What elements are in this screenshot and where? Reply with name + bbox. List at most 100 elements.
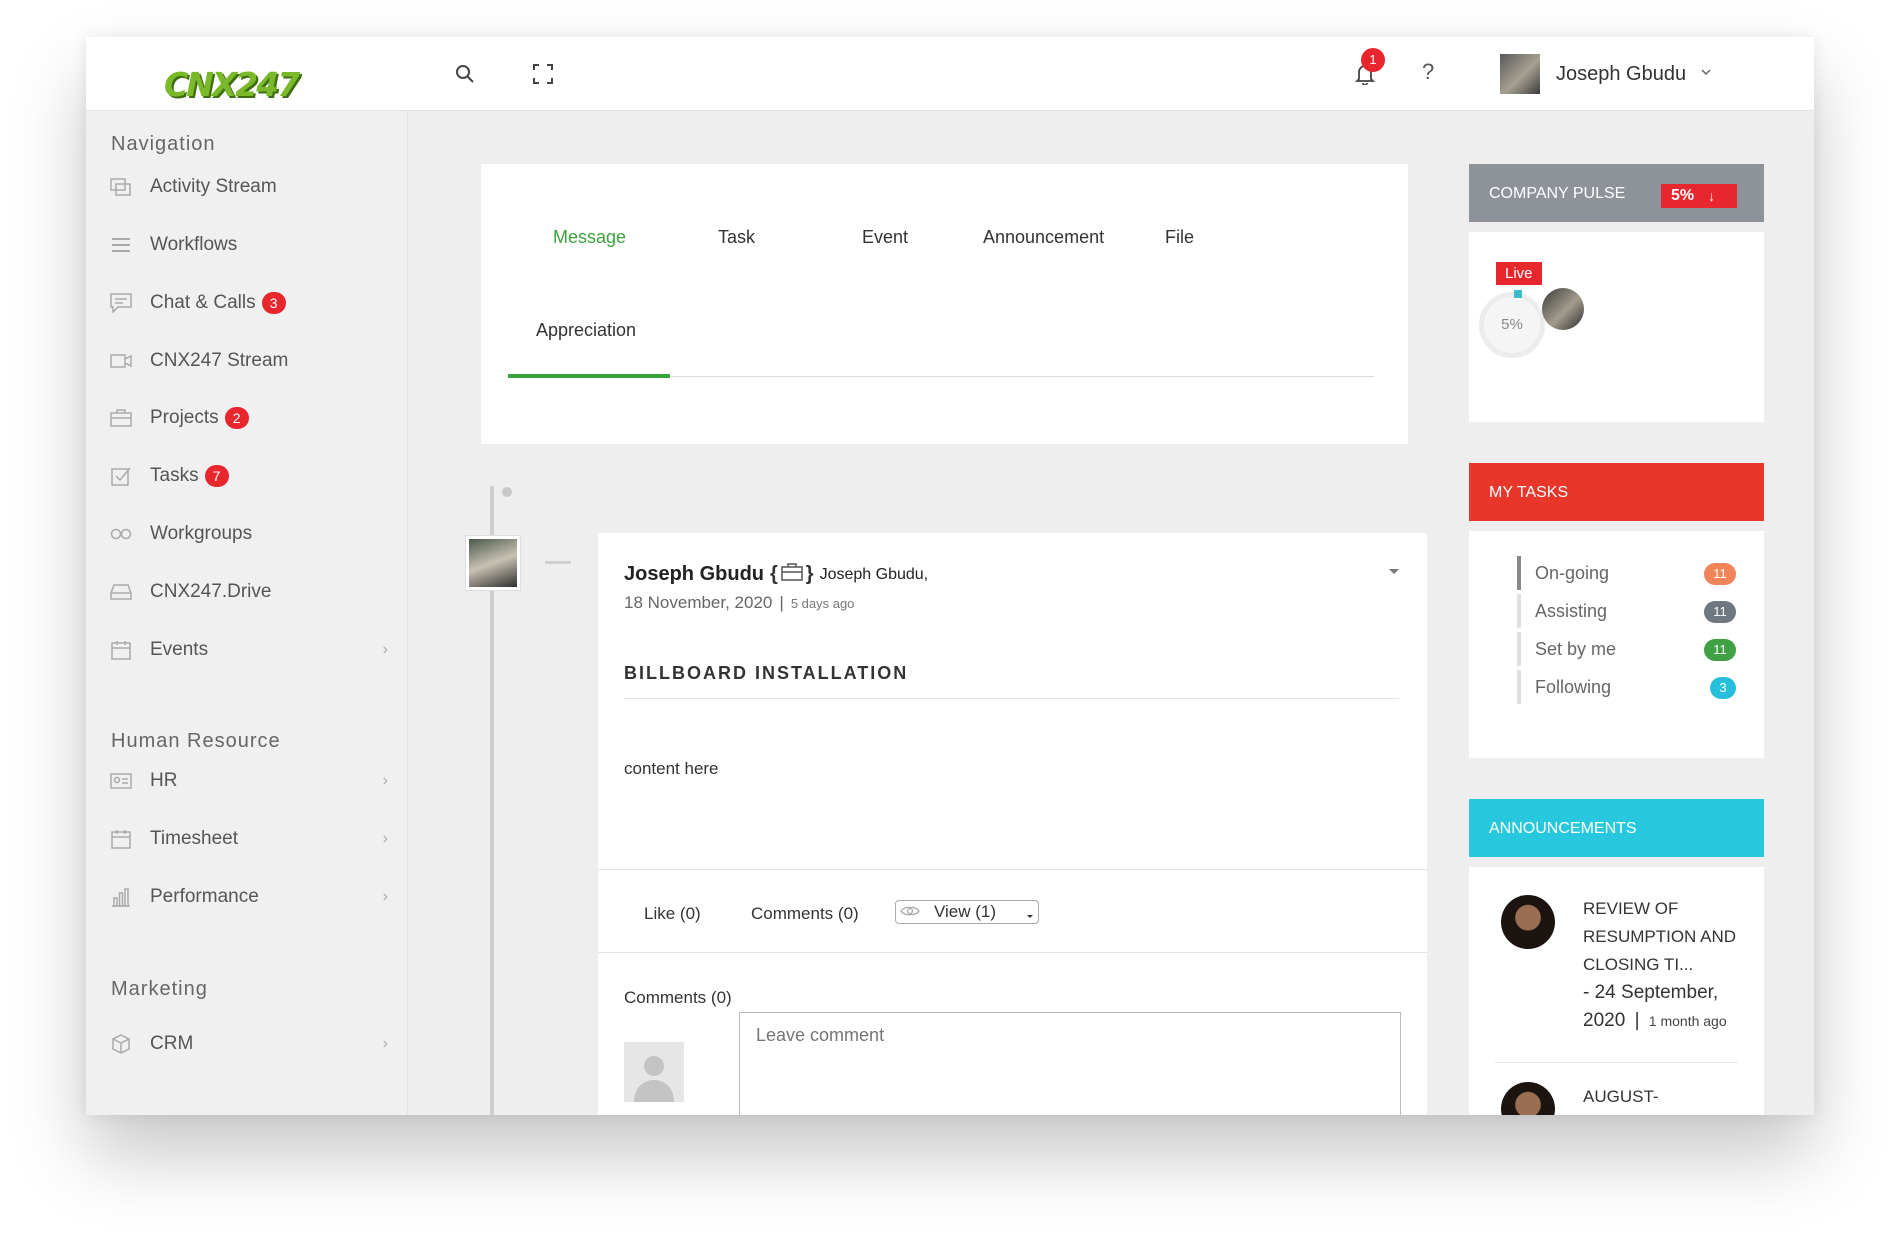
sidebar-item-label: Tasks	[150, 465, 199, 486]
task-count-badge: 11	[1704, 639, 1736, 661]
top-bar: CNX247 1 ? Joseph Gbudu	[86, 37, 1814, 111]
post-title: BILLBOARD INSTALLATION	[624, 663, 909, 683]
announcement-separator: |	[1634, 1010, 1640, 1031]
sidebar-item-label: CNX247.Drive	[150, 581, 272, 602]
post-menu-caret-icon[interactable]	[1388, 563, 1400, 581]
brace-close: }	[805, 563, 814, 585]
search-icon[interactable]	[450, 59, 480, 89]
comments-button[interactable]: Comments (0)	[751, 904, 859, 924]
actions-divider-bottom	[598, 952, 1427, 953]
chat-badge: 3	[261, 292, 286, 314]
tab-event[interactable]: Event	[862, 227, 908, 248]
sidebar-item-chat-calls[interactable]: Chat & Calls 3	[108, 286, 388, 320]
my-tasks-card: On-going 11 Assisting 11 Set by me 11 Fo…	[1469, 531, 1764, 758]
user-avatar[interactable]	[1500, 54, 1540, 94]
tab-active-indicator	[508, 374, 670, 378]
view-dropdown[interactable]: View (1)	[895, 900, 1039, 924]
comments-heading: Comments (0)	[624, 988, 732, 1007]
task-label: On-going	[1535, 563, 1610, 583]
sidebar-item-tasks[interactable]: Tasks 7	[108, 459, 388, 493]
like-button[interactable]: Like (0)	[644, 904, 701, 924]
task-label: Following	[1535, 677, 1612, 697]
announcement-relative-time: 1 month ago	[1648, 1013, 1727, 1029]
pulse-percent: 5%	[1671, 187, 1695, 204]
announcement-avatar	[1501, 895, 1555, 949]
commenter-avatar	[624, 1042, 684, 1102]
announcement-item[interactable]: REVIEW OF RESUMPTION AND CLOSING TI... -…	[1583, 895, 1736, 1035]
announcement-date: - 24 September,	[1583, 982, 1719, 1003]
tab-message[interactable]: Message	[553, 227, 626, 248]
post-meta: 18 November, 2020 | 5 days ago	[624, 593, 854, 613]
post-author-name[interactable]: Joseph Gbudu	[624, 563, 764, 586]
task-label: Set by me	[1535, 639, 1617, 659]
post-relative-time: 5 days ago	[790, 596, 855, 611]
chevron-right-icon: ›	[382, 772, 388, 789]
calendar-icon	[108, 828, 134, 850]
calendar-icon	[108, 639, 134, 661]
sidebar-item-cnx247-stream[interactable]: CNX247 Stream	[108, 344, 388, 378]
sidebar-item-label: CNX247 Stream	[150, 350, 289, 371]
sidebar-item-label: Performance	[150, 886, 259, 907]
company-pulse-title: COMPANY PULSE	[1489, 185, 1626, 202]
post-recipient[interactable]: Joseph Gbudu,	[820, 566, 929, 584]
chevron-down-icon[interactable]	[1700, 64, 1712, 82]
menu-icon	[108, 234, 134, 256]
user-name[interactable]: Joseph Gbudu	[1556, 63, 1686, 86]
post-date-separator: |	[779, 593, 784, 612]
view-count: View (1)	[934, 902, 997, 921]
sidebar-item-drive[interactable]: CNX247.Drive	[108, 575, 388, 609]
announcements-title: ANNOUNCEMENTS	[1489, 820, 1637, 837]
sidebar-item-label: CRM	[150, 1033, 194, 1054]
sidebar-item-workflows[interactable]: Workflows	[108, 228, 388, 262]
pulse-gauge-value: 5%	[1501, 316, 1523, 333]
announcement-year: 2020	[1583, 1010, 1626, 1031]
announcement-title-line: CLOSING TI...	[1583, 955, 1694, 974]
video-camera-icon	[108, 350, 134, 372]
sidebar-item-workgroups[interactable]: Workgroups	[108, 517, 388, 551]
chevron-right-icon: ›	[382, 830, 388, 847]
announcement-title-line[interactable]: AUGUST-	[1583, 1087, 1659, 1107]
tab-file[interactable]: File	[1165, 227, 1194, 248]
projects-badge: 2	[224, 407, 249, 429]
nav-section-navigation: Navigation	[111, 133, 216, 155]
dropdown-caret-icon	[1026, 905, 1034, 925]
briefcase-icon	[781, 563, 803, 586]
announcement-date-row: 2020 | 1 month ago	[1583, 1007, 1736, 1035]
post-header: Joseph Gbudu { } Joseph Gbudu,	[624, 563, 928, 586]
tasks-badge: 7	[204, 465, 229, 487]
sidebar-item-hr[interactable]: HR ›	[108, 764, 388, 798]
sidebar-item-timesheet[interactable]: Timesheet ›	[108, 822, 388, 856]
sidebar-item-label: HR	[150, 770, 178, 791]
sidebar-item-label: Projects	[150, 407, 219, 428]
fullscreen-icon[interactable]	[528, 59, 558, 89]
logo[interactable]: CNX247	[164, 65, 300, 104]
task-count-badge: 11	[1704, 601, 1736, 623]
checkbox-icon	[108, 465, 134, 487]
chat-icon	[108, 292, 134, 314]
app-window: CNX247 1 ? Joseph Gbudu Navigation Activ…	[86, 37, 1814, 1115]
brace-open: {	[770, 563, 778, 585]
announcement-divider	[1495, 1062, 1738, 1063]
tab-task[interactable]: Task	[718, 227, 755, 248]
help-icon[interactable]: ?	[1422, 59, 1434, 85]
announcement-title-line: REVIEW OF	[1583, 899, 1679, 918]
sidebar-item-performance[interactable]: Performance ›	[108, 880, 388, 914]
chevron-right-icon: ›	[382, 641, 388, 658]
pulse-user-avatar[interactable]	[1542, 288, 1584, 330]
tab-appreciation[interactable]: Appreciation	[536, 320, 636, 341]
sidebar-item-crm[interactable]: CRM ›	[108, 1027, 388, 1061]
post-author-avatar[interactable]	[466, 536, 520, 590]
sidebar: Navigation Activity Stream Workflows Cha…	[86, 111, 408, 1115]
sidebar-item-projects[interactable]: Projects 2	[108, 401, 388, 435]
company-pulse-header: COMPANY PULSE 5% ↓	[1469, 164, 1764, 222]
notification-badge: 1	[1361, 48, 1385, 72]
briefcase-icon	[108, 407, 134, 429]
sidebar-item-label: Workgroups	[150, 523, 253, 544]
cube-icon	[108, 1033, 134, 1055]
sidebar-item-activity-stream[interactable]: Activity Stream	[108, 170, 388, 204]
timeline-dot	[502, 487, 512, 497]
pulse-percent-badge: 5% ↓	[1661, 184, 1737, 208]
tab-announcement[interactable]: Announcement	[983, 227, 1104, 248]
sidebar-item-events[interactable]: Events ›	[108, 633, 388, 667]
comment-textarea[interactable]	[739, 1012, 1401, 1115]
